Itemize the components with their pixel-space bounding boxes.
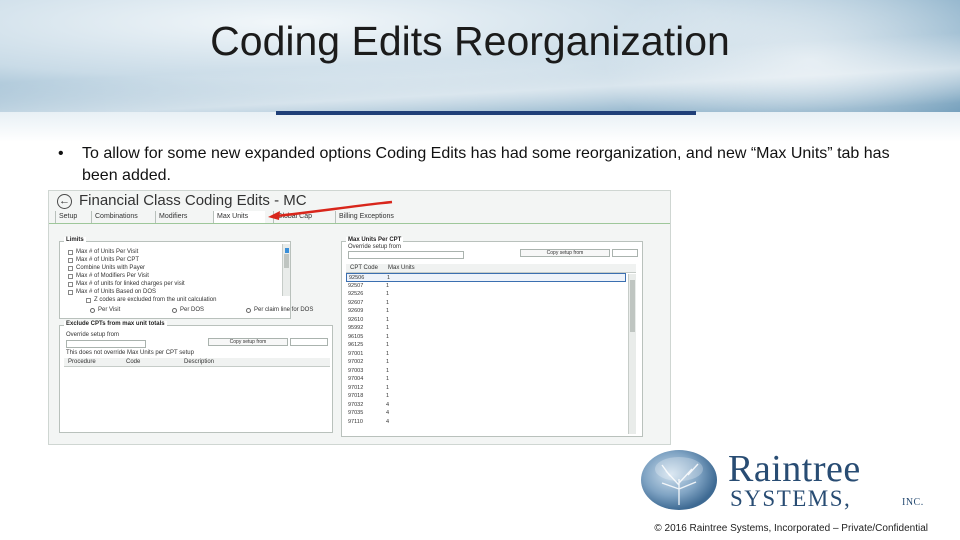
override-label: Override setup from (66, 332, 120, 338)
exclude-cpts-panel: Exclude CPTs from max unit totals Overri… (59, 321, 333, 433)
option-label: Combine Units with Payer (76, 265, 146, 271)
override-setup-dropdown[interactable] (66, 340, 146, 348)
radio-label: Per Visit (98, 307, 121, 313)
exclude-legend: Exclude CPTs from max unit totals (64, 321, 167, 327)
cpt-code-cell: 97110 (348, 418, 363, 425)
bullet-text: To allow for some new expanded options C… (82, 145, 890, 184)
max-units-cell[interactable]: 4 (386, 418, 389, 427)
copy-setup-dropdown[interactable] (612, 249, 638, 257)
column-header: Code (126, 359, 141, 365)
limits-panel: Limits Max # of Units Per Visit Max # of… (59, 237, 313, 319)
max-units-grid-header: CPT Code Max Units (346, 264, 636, 273)
logo-systems: SYSTEMS, (730, 486, 852, 511)
checkbox-linked-charges[interactable] (68, 282, 73, 287)
exclude-note: This does not override Max Units per CPT… (66, 350, 194, 356)
option-label: Max # of Units Based on DOS (76, 289, 157, 295)
override-label: Override setup from (348, 244, 402, 250)
radio-label: Per claim line for DOS (254, 307, 314, 313)
copy-setup-button[interactable]: Copy setup from (520, 249, 610, 257)
max-units-row[interactable]: 97110 4 (346, 418, 626, 427)
logo-wordmark: Raintree (728, 448, 861, 490)
tab-max-units[interactable]: Max Units (213, 211, 265, 223)
title-underline (276, 111, 696, 115)
header-fade (0, 112, 960, 142)
limits-legend: Limits (64, 237, 86, 243)
checkbox-z-codes[interactable] (86, 298, 91, 303)
radio-per-visit[interactable] (90, 308, 95, 313)
option-label: Z codes are excluded from the unit calcu… (94, 297, 217, 303)
radio-label: Per DOS (180, 307, 205, 313)
copyright-footer: © 2016 Raintree Systems, Incorporated – … (654, 523, 928, 534)
max-units-scrollbar[interactable] (628, 274, 636, 434)
column-header: Procedure (68, 359, 96, 365)
tab-setup[interactable]: Setup (55, 211, 89, 223)
slide-title: Coding Edits Reorganization (210, 18, 730, 64)
red-arrow-annotation (268, 200, 393, 220)
bullet-marker: • (58, 145, 64, 162)
tab-combinations[interactable]: Combinations (91, 211, 153, 223)
checkbox-max-units-cpt[interactable] (68, 258, 73, 263)
radio-per-dos[interactable] (172, 308, 177, 313)
max-units-legend: Max Units Per CPT (346, 237, 404, 243)
checkbox-combine-units[interactable] (68, 266, 73, 271)
tab-underline (49, 223, 670, 224)
option-label: Max # of Units Per CPT (76, 257, 140, 263)
scrollbar-thumb[interactable] (284, 254, 289, 268)
column-header: Description (184, 359, 215, 365)
option-label: Max # of Units Per Visit (76, 249, 139, 255)
option-label: Max # of units for linked charges per vi… (76, 281, 185, 287)
column-header-cpt-code: CPT Code (350, 265, 378, 271)
arrow-head (268, 211, 280, 220)
radio-per-claim-line[interactable] (246, 308, 251, 313)
column-header-max-units: Max Units (388, 265, 415, 271)
checkbox-units-dos[interactable] (68, 290, 73, 295)
override-setup-dropdown[interactable] (348, 251, 464, 259)
arrow-shaft (275, 200, 393, 218)
scrollbar-thumb[interactable] (630, 280, 635, 332)
logo-inc: INC. (902, 497, 924, 508)
scroll-indicator (285, 248, 289, 253)
checkbox-max-units-visit[interactable] (68, 250, 73, 255)
option-label: Max # of Modifiers Per Visit (76, 273, 149, 279)
tab-modifiers[interactable]: Modifiers (155, 211, 209, 223)
exclude-grid-header: Procedure Code Description (64, 358, 330, 367)
back-arrow-icon[interactable]: ← (57, 194, 72, 209)
copy-setup-button[interactable]: Copy setup from (208, 338, 288, 346)
checkbox-max-modifiers[interactable] (68, 274, 73, 279)
copy-setup-dropdown[interactable] (290, 338, 328, 346)
raintree-globe-logo (641, 450, 717, 510)
